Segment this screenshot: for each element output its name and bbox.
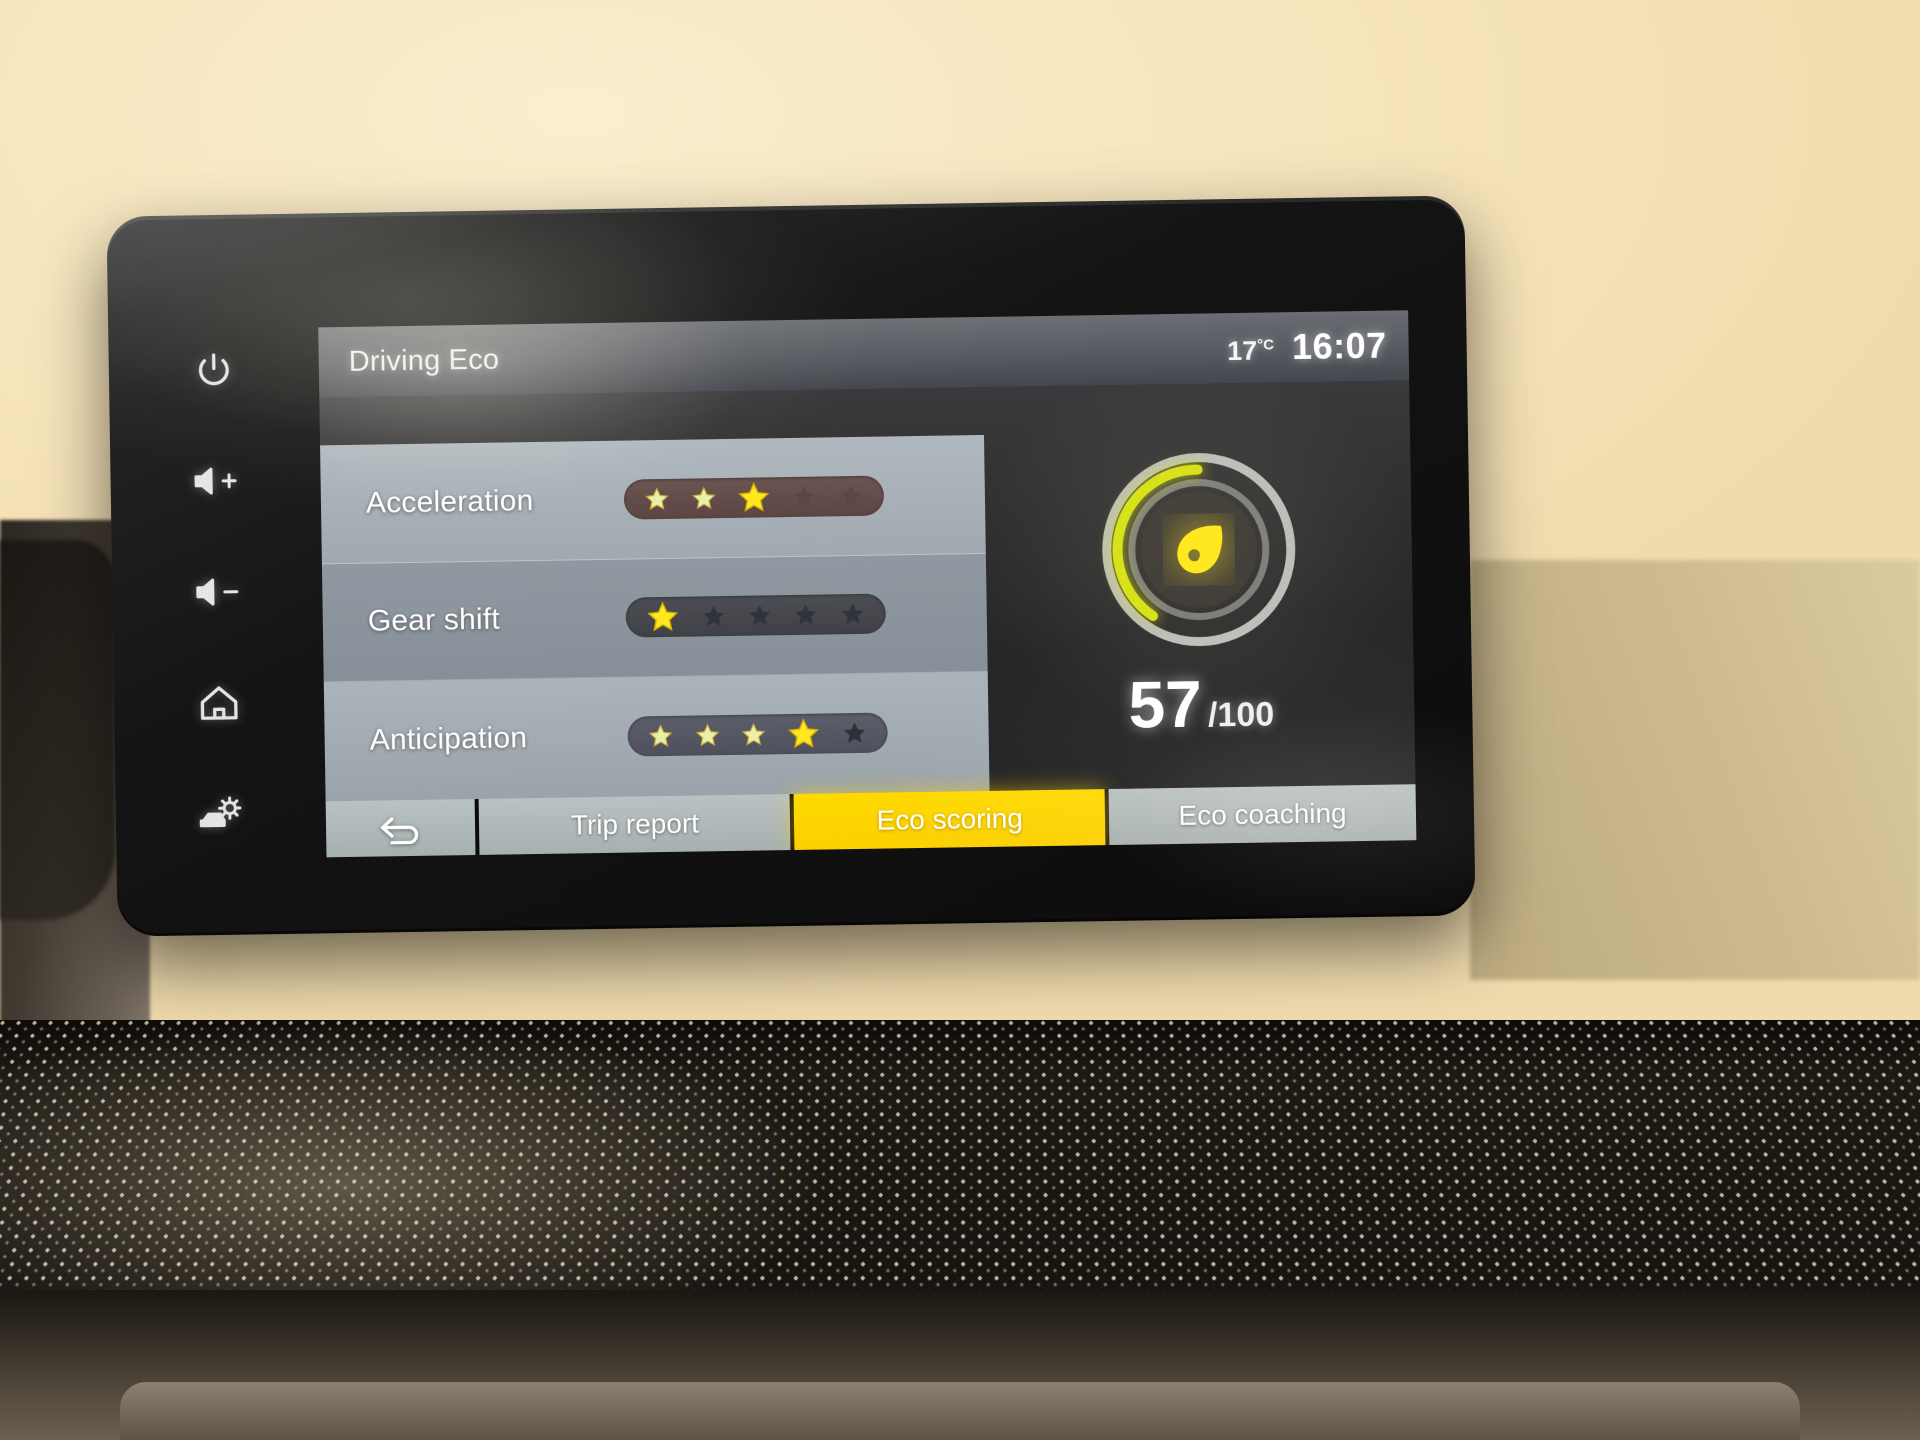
star-filled (740, 722, 766, 748)
outside-temperature: 17°C (1227, 335, 1274, 367)
power-icon (194, 350, 235, 391)
infotainment-head-unit: Driving Eco 17°C 16:07 Acceleration Gear… (106, 195, 1475, 936)
page-title: Driving Eco (348, 343, 499, 378)
row-label-anticipation: Anticipation (369, 720, 628, 758)
vehicle-settings-key[interactable] (183, 776, 258, 851)
star-rating-gear-shift (625, 594, 886, 638)
star-empty (747, 603, 773, 629)
star-empty (791, 483, 817, 509)
star-filled (648, 723, 674, 749)
back-button[interactable] (326, 799, 476, 857)
eco-score-max: /100 (1208, 697, 1275, 732)
star-filled (644, 486, 670, 512)
star-current (646, 600, 681, 635)
tab-trip-report[interactable]: Trip report (479, 794, 791, 855)
eco-score-gauge (1090, 441, 1307, 658)
star-current (787, 717, 822, 752)
star-empty (793, 602, 819, 628)
dashboard-right-shoulder (1470, 560, 1920, 980)
clock: 16:07 (1292, 325, 1387, 368)
screen-body: Acceleration Gear shift Anticipation 57 … (319, 380, 1415, 801)
star-empty (841, 720, 867, 746)
eco-score-value: 57 (1128, 671, 1202, 738)
star-empty (839, 601, 865, 627)
table-row[interactable]: Gear shift (322, 554, 988, 683)
back-arrow-icon (378, 812, 424, 845)
star-filled (690, 485, 716, 511)
photo-scene: Driving Eco 17°C 16:07 Acceleration Gear… (0, 0, 1920, 1440)
leaf-icon (1160, 511, 1237, 588)
star-rating-acceleration (624, 475, 885, 519)
star-filled (694, 723, 720, 749)
tab-label: Eco scoring (876, 802, 1023, 836)
volume-up-key[interactable] (178, 443, 253, 518)
status-area: 17°C 16:07 (1227, 325, 1387, 369)
volume-down-key[interactable] (180, 554, 255, 629)
lcd-screen: Driving Eco 17°C 16:07 Acceleration Gear… (318, 310, 1416, 857)
tab-label: Trip report (571, 807, 700, 841)
temperature-unit: °C (1257, 336, 1274, 353)
home-icon (197, 683, 242, 724)
tab-label: Eco coaching (1178, 797, 1347, 832)
temperature-value: 17 (1227, 336, 1258, 366)
row-label-gear-shift: Gear shift (368, 601, 627, 639)
eco-score-gauge-area: 57 /100 (983, 380, 1415, 791)
table-row[interactable]: Acceleration (320, 435, 986, 564)
hardware-key-column (108, 313, 327, 876)
console-lip (120, 1382, 1800, 1440)
row-label-acceleration: Acceleration (366, 482, 625, 520)
star-rating-anticipation (627, 713, 888, 757)
tab-eco-coaching[interactable]: Eco coaching (1109, 784, 1417, 845)
tab-eco-scoring[interactable]: Eco scoring (794, 789, 1106, 850)
dashboard-left-trim-shadow (0, 540, 115, 920)
home-key[interactable] (182, 665, 257, 740)
star-empty (700, 603, 726, 629)
star-current (737, 480, 772, 515)
volume-up-icon (191, 463, 240, 500)
dashboard-fabric-texture (0, 1020, 1920, 1333)
eco-score-value-group: 57 /100 (1128, 669, 1275, 737)
volume-down-icon (193, 574, 242, 611)
car-gear-icon (198, 794, 245, 835)
table-row[interactable]: Anticipation (324, 672, 990, 801)
power-key[interactable] (176, 332, 251, 407)
star-empty (837, 483, 863, 509)
eco-score-rows-panel: Acceleration Gear shift Anticipation (320, 435, 990, 801)
